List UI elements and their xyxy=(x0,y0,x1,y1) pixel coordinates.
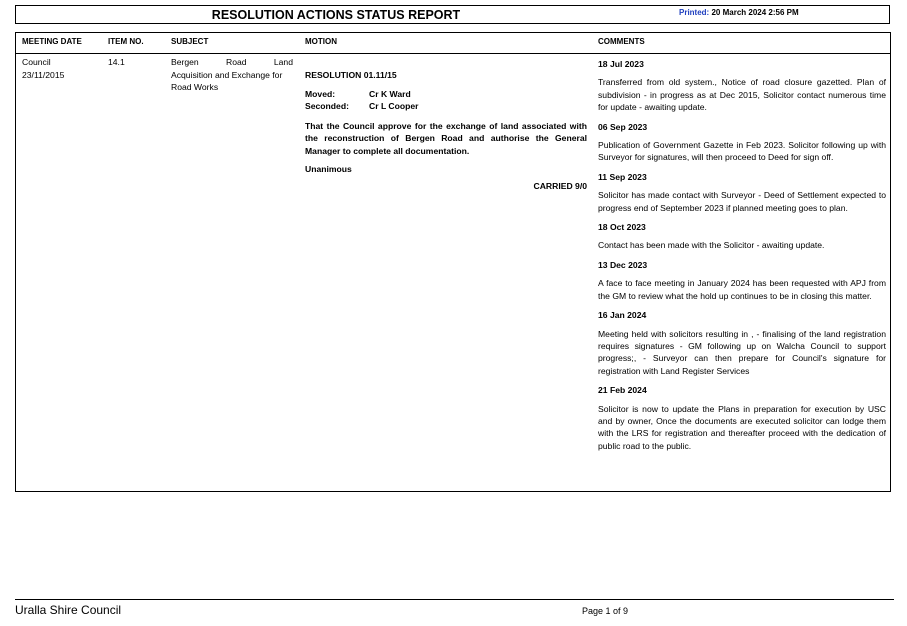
motion-line-2: the reconstruction of Bergen Road and au… xyxy=(305,133,587,143)
subject-line-1: Bergen Road Land xyxy=(171,56,293,69)
report-header: RESOLUTION ACTIONS STATUS REPORT Printed… xyxy=(15,5,890,24)
footer-organisation: Uralla Shire Council xyxy=(15,603,122,617)
comment-entry: 11 Sep 2023 Solicitor has made contact w… xyxy=(598,171,886,214)
comment-text: Publication of Government Gazette in Feb… xyxy=(598,140,886,163)
motion-cell: RESOLUTION 01.11/15 Moved: Cr K Ward Seco… xyxy=(305,69,587,192)
table-header: MEETING DATE ITEM NO. SUBJECT MOTION COM… xyxy=(16,33,890,54)
subject-word: Land xyxy=(273,57,293,67)
subject-cell: Bergen Road Land Acquisition and Exchang… xyxy=(171,56,293,94)
printed-value: 20 March 2024 2:56 PM xyxy=(711,8,799,17)
printed-label: Printed: xyxy=(679,8,710,17)
comment-entry: 21 Feb 2024 Solicitor is now to update t… xyxy=(598,384,886,452)
comment-text: Transferred from old system., Notice of … xyxy=(598,77,886,113)
comment-text: Solicitor is now to update the Plans in … xyxy=(598,403,886,451)
comment-text: Meeting held with solicitors resulting i… xyxy=(598,328,886,376)
printed-stamp: Printed: 20 March 2024 2:56 PM xyxy=(679,8,799,17)
resolution-number: RESOLUTION 01.11/15 xyxy=(305,70,397,80)
meeting-date-cell: Council 23/11/2015 xyxy=(22,56,64,81)
comment-date: 18 Jul 2023 xyxy=(598,59,644,69)
motion-line-3: Manager to complete all documentation. xyxy=(305,145,470,156)
comment-date: 13 Dec 2023 xyxy=(598,259,648,270)
moved-row: Moved: Cr K Ward xyxy=(305,88,587,101)
comment-entry: 13 Dec 2023 A face to face meeting in Ja… xyxy=(598,259,886,302)
footer-page-number: Page 1 of 9 xyxy=(582,606,629,616)
meeting-date: 23/11/2015 xyxy=(22,69,65,80)
col-meeting-date: MEETING DATE xyxy=(22,37,82,46)
comment-date: 16 Jan 2024 xyxy=(598,310,647,321)
col-item-no: ITEM NO. xyxy=(108,37,144,46)
moved-value: Cr K Ward xyxy=(369,88,411,99)
report-title: RESOLUTION ACTIONS STATUS REPORT xyxy=(211,8,461,22)
motion-line-1: That the Council approve for the exchang… xyxy=(305,120,587,131)
subject-line-2: Acquisition and Exchange for xyxy=(171,69,283,80)
seconded-value: Cr L Cooper xyxy=(369,101,419,111)
meeting-name: Council xyxy=(22,57,51,67)
subject-word: Bergen xyxy=(171,57,199,67)
comment-date: 18 Oct 2023 xyxy=(598,222,646,233)
comment-date: 21 Feb 2024 xyxy=(598,385,647,396)
comment-date: 11 Sep 2023 xyxy=(598,171,647,182)
comment-entry: 16 Jan 2024 Meeting held with solicitors… xyxy=(598,309,886,377)
seconded-row: Seconded: Cr L Cooper xyxy=(305,100,587,113)
moved-label: Moved: xyxy=(305,88,336,99)
actions-table: MEETING DATE ITEM NO. SUBJECT MOTION COM… xyxy=(15,32,891,492)
carried-result: CARRIED 9/0 xyxy=(533,180,587,191)
comment-entry: 06 Sep 2023 Publication of Government Ga… xyxy=(598,121,886,164)
comment-entry: 18 Oct 2023 Contact has been made with t… xyxy=(598,221,886,252)
subject-line-3: Road Works xyxy=(171,82,219,92)
col-motion: MOTION xyxy=(305,37,337,46)
comments-cell: 18 Jul 2023 Transferred from old system.… xyxy=(598,58,886,459)
item-no-cell: 14.1 xyxy=(108,57,125,67)
col-subject: SUBJECT xyxy=(171,37,209,46)
subject-word: Road xyxy=(226,57,247,67)
comment-entry: 18 Jul 2023 Transferred from old system.… xyxy=(598,58,886,114)
vote-result: Unanimous xyxy=(305,164,352,174)
comment-text: Contact has been made with the Solicitor… xyxy=(598,240,825,251)
comment-text: A face to face meeting in January 2024 h… xyxy=(598,278,886,301)
col-comments: COMMENTS xyxy=(598,37,645,46)
seconded-label: Seconded: xyxy=(305,101,349,111)
footer-divider xyxy=(15,599,894,600)
comment-date: 06 Sep 2023 xyxy=(598,121,648,132)
comment-text: Solicitor has made contact with Surveyor… xyxy=(598,190,886,213)
